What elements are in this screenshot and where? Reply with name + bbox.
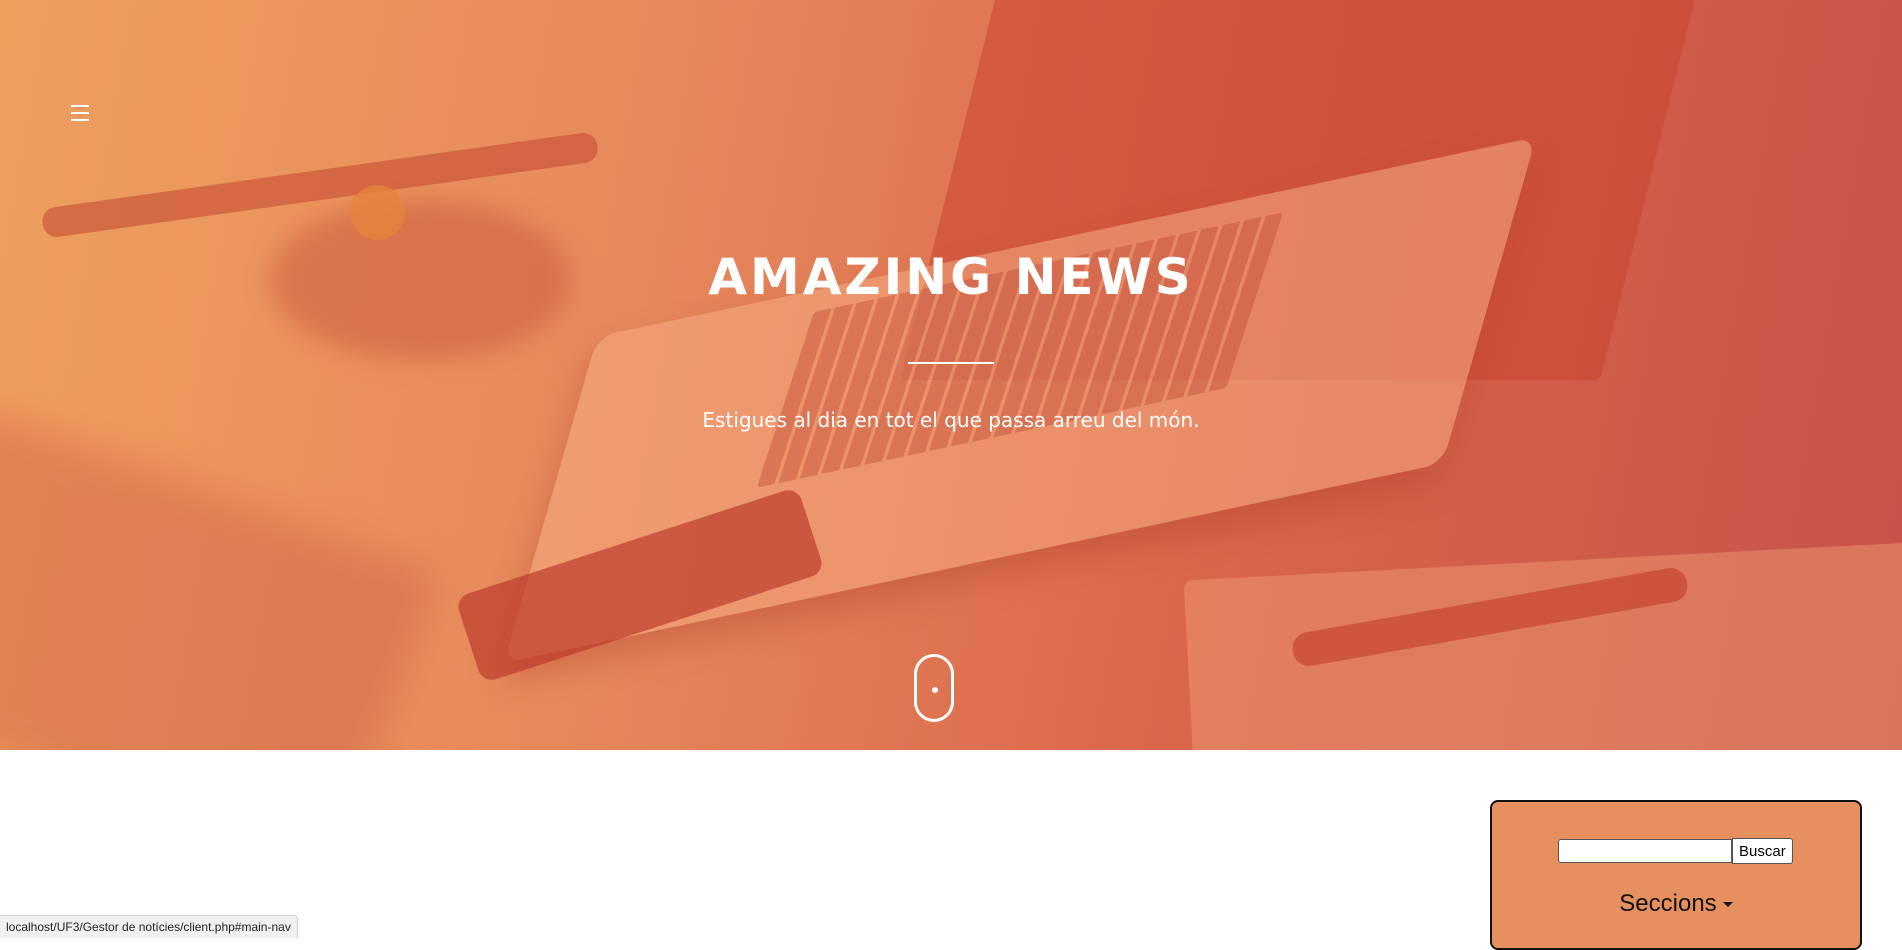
search-input[interactable] (1558, 839, 1732, 863)
sections-label: Seccions (1619, 890, 1717, 917)
caret-down-icon (1722, 902, 1733, 908)
background-notebook (1183, 539, 1902, 750)
search-form: Buscar (1558, 838, 1793, 864)
sidebar-panel: Buscar Seccions (1490, 800, 1862, 950)
browser-status-bar: localhost/UF3/Gestor de notícies/client.… (0, 915, 298, 938)
hamburger-line (71, 105, 89, 107)
hero-title: AMAZING NEWS (708, 248, 1194, 306)
hero-section: AMAZING NEWS Estigues al dia en tot el q… (0, 0, 1902, 750)
hamburger-line (71, 112, 89, 114)
background-photo-shade (0, 404, 440, 750)
search-button[interactable]: Buscar (1732, 838, 1793, 864)
background-ball (350, 185, 405, 240)
hamburger-line (71, 119, 89, 121)
hamburger-menu-icon[interactable] (71, 104, 91, 122)
mouse-scroll-icon[interactable] (914, 654, 954, 722)
hero-subtitle: Estigues al dia en tot el que passa arre… (702, 408, 1200, 432)
hero-divider (908, 362, 994, 364)
mouse-scroll-dot (932, 687, 938, 693)
sections-dropdown-toggle[interactable]: Seccions (1492, 890, 1860, 918)
